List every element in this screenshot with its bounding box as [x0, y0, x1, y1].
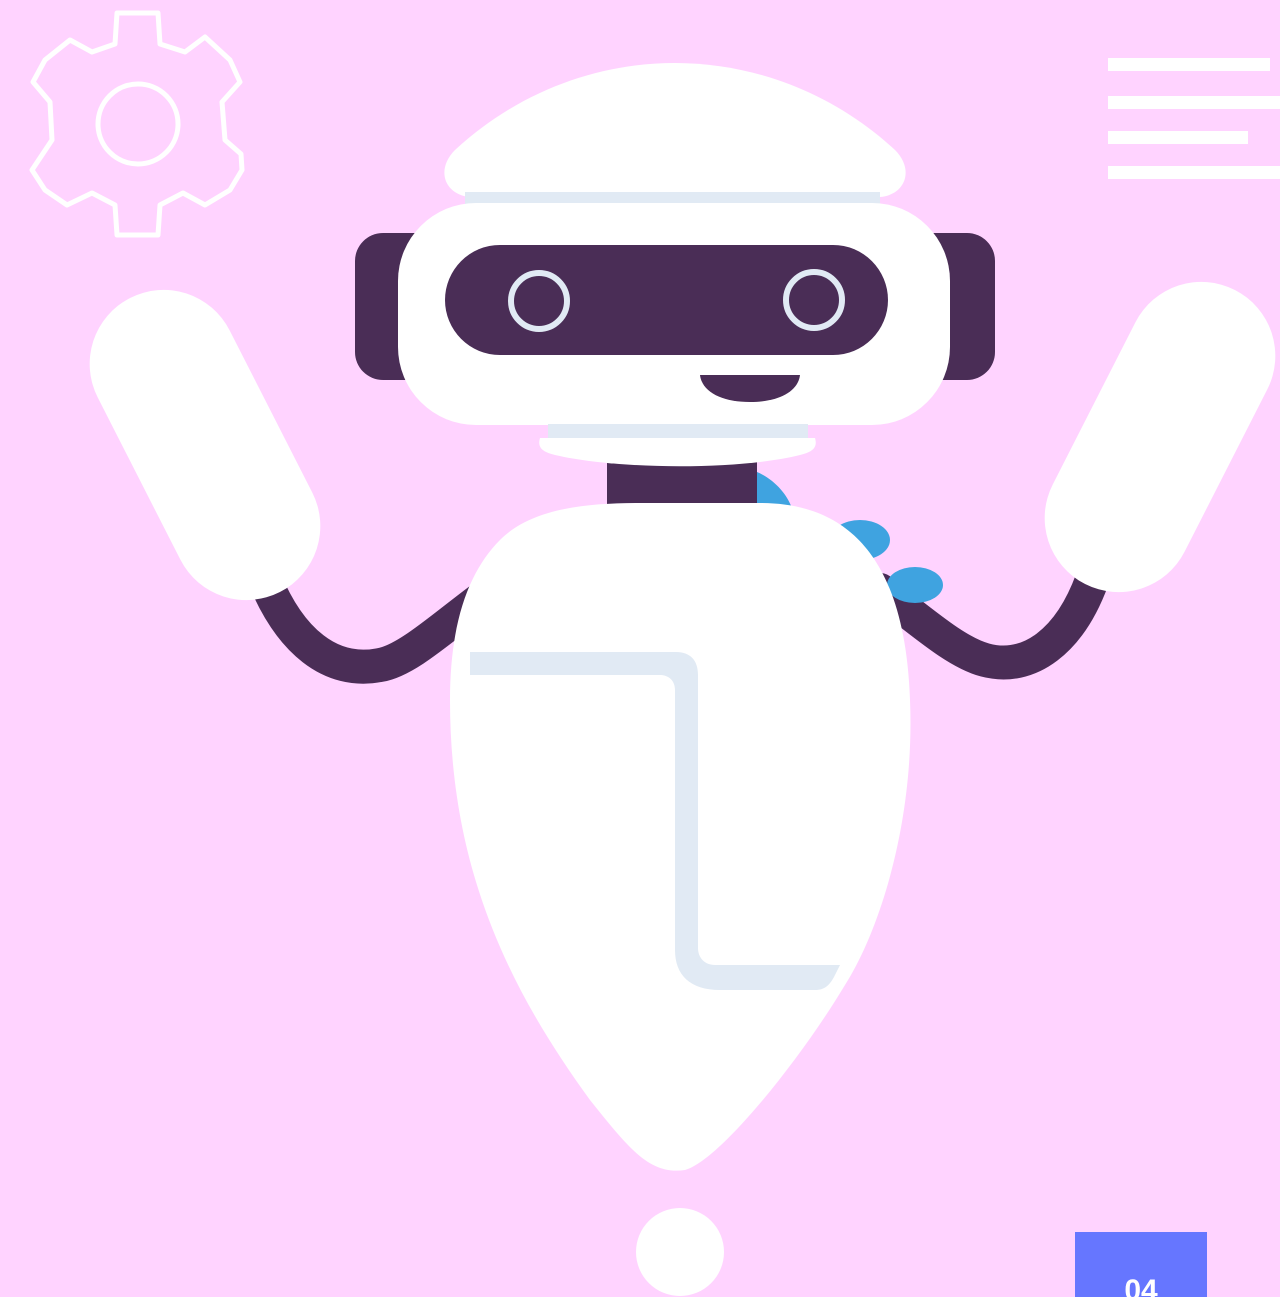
- robot-eye-right: [783, 269, 845, 331]
- page-number: 04: [1124, 1274, 1158, 1297]
- page-number-badge: 04: [1075, 1232, 1207, 1297]
- robot-chin-shade: [548, 424, 808, 438]
- exclamation-dot: [636, 1208, 724, 1296]
- robot-illustration-canvas: [0, 0, 1280, 1297]
- robot-eye-left: [508, 270, 570, 332]
